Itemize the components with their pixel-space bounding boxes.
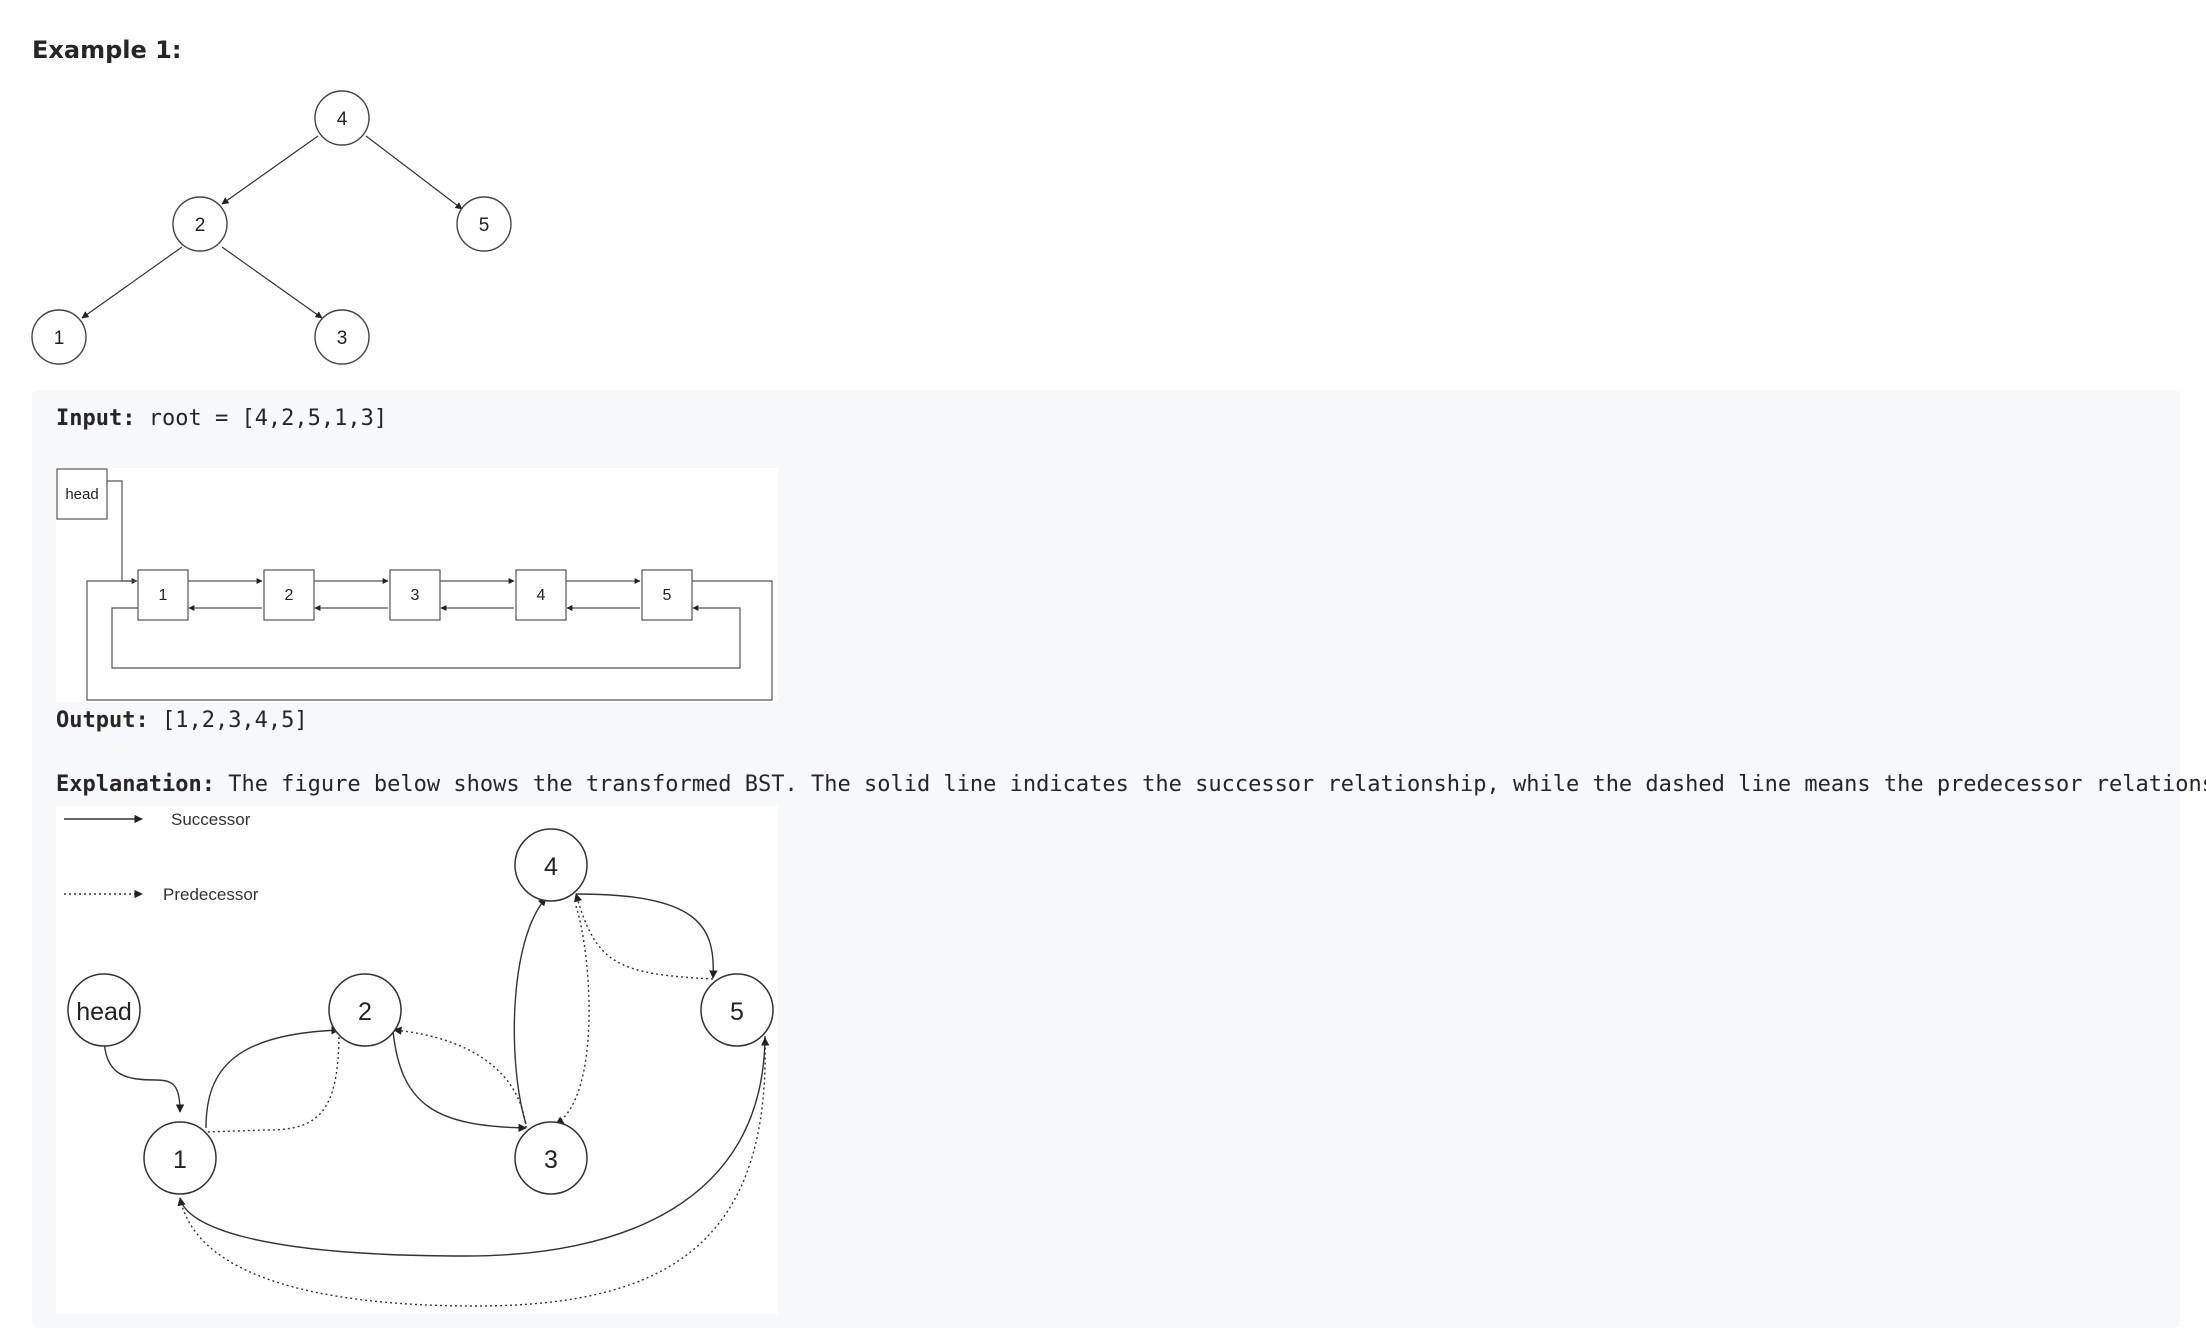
graph-node-label: 2 xyxy=(358,998,372,1026)
graph-node-label: 1 xyxy=(173,1146,187,1174)
edge-3-to-2 xyxy=(393,1026,527,1129)
tree-node-label: 5 xyxy=(479,215,490,236)
edge-2-to-1 xyxy=(205,1031,340,1133)
tree-node: 1 xyxy=(31,309,87,365)
legend: Successor Predecessor xyxy=(64,810,259,904)
legend-predecessor-label: Predecessor xyxy=(163,885,259,904)
predecessor-edges xyxy=(179,893,770,1307)
tree-edge xyxy=(221,135,319,205)
tree-edge xyxy=(365,135,463,210)
head-pointer-line xyxy=(106,480,138,584)
example-title: Example 1: xyxy=(32,36,182,64)
list-node-label: 2 xyxy=(285,587,294,604)
explanation-line: Explanation: The figure below shows the … xyxy=(56,772,2206,797)
tree-node-label: 1 xyxy=(54,328,65,349)
list-node-label: 4 xyxy=(537,587,546,604)
tree-node: 4 xyxy=(314,90,370,146)
graph-node: 5 xyxy=(700,973,774,1047)
graph-node: 1 xyxy=(143,1121,217,1195)
explanation-text: The figure below shows the transformed B… xyxy=(214,772,2206,797)
graph-node: 2 xyxy=(328,973,402,1047)
input-label: Input: xyxy=(56,406,136,431)
graph-head-label: head xyxy=(76,998,132,1026)
list-node-label: 3 xyxy=(411,587,420,604)
edge-5-to-4 xyxy=(574,893,714,980)
tree-node: 5 xyxy=(456,196,512,252)
list-node: 3 xyxy=(389,569,441,621)
list-head-box: head xyxy=(56,468,108,520)
edge-4-to-3 xyxy=(555,905,590,1125)
graph-node: 4 xyxy=(514,828,588,902)
edge-3-to-4 xyxy=(513,897,547,1125)
graph-node-label: 5 xyxy=(730,998,744,1026)
list-node: 4 xyxy=(515,569,567,621)
graph-head-node: head xyxy=(67,973,141,1047)
tree-edge xyxy=(81,246,183,319)
tree-node-label: 2 xyxy=(195,215,206,236)
list-node-label: 5 xyxy=(663,587,672,604)
tree-node: 2 xyxy=(172,196,228,252)
graph-node: 3 xyxy=(514,1121,588,1195)
list-node: 1 xyxy=(137,569,189,621)
list-node: 5 xyxy=(641,569,693,621)
tree-node-label: 3 xyxy=(337,328,348,349)
edge-1-to-5 xyxy=(179,1037,770,1307)
input-value: root = [4,2,5,1,3] xyxy=(135,406,388,431)
legend-successor-label: Successor xyxy=(171,810,251,829)
explanation-label: Explanation: xyxy=(56,772,215,797)
list-node-label: 1 xyxy=(159,587,168,604)
edge-head-to-1 xyxy=(103,1035,185,1113)
tree-edges xyxy=(81,135,463,319)
output-line: Output: [1,2,3,4,5] xyxy=(56,708,308,733)
output-value: [1,2,3,4,5] xyxy=(148,708,308,733)
successor-edges xyxy=(103,893,766,1257)
input-line: Input: root = [4,2,5,1,3] xyxy=(56,406,387,431)
bst-tree-figure: 4 2 5 1 3 xyxy=(31,90,512,365)
edge-5-to-1 xyxy=(177,1035,766,1257)
edge-1-to-2 xyxy=(205,1026,340,1129)
tree-node-label: 4 xyxy=(337,109,348,130)
tree-edge xyxy=(221,246,323,319)
linked-list-figure: head 1 2 3 4 5 xyxy=(56,468,778,702)
graph-node-label: 4 xyxy=(544,853,558,881)
edge-4-to-5 xyxy=(575,893,718,979)
tree-node: 3 xyxy=(314,309,370,365)
transformed-bst-figure: Successor Predecessor head 1 2 3 4 5 xyxy=(56,806,778,1314)
list-head-label: head xyxy=(65,486,98,503)
graph-node-label: 3 xyxy=(544,1146,558,1174)
list-node: 2 xyxy=(263,569,315,621)
output-label: Output: xyxy=(56,708,149,733)
